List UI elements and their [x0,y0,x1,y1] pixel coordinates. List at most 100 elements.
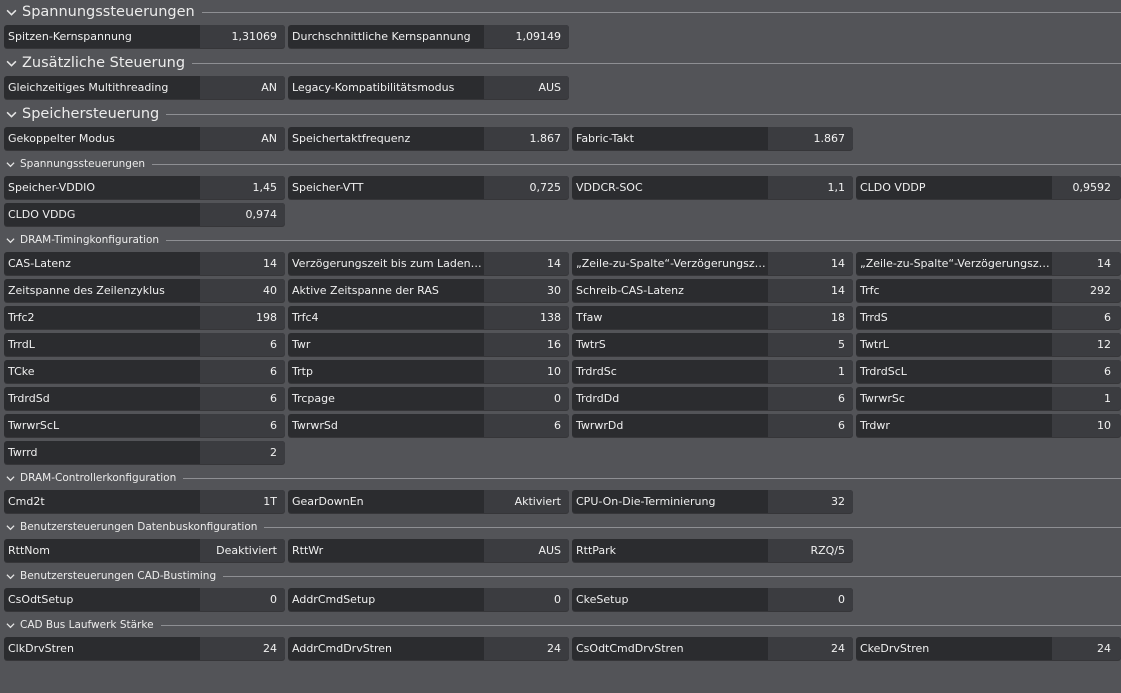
setting-field[interactable]: TwrwrSc 1 [856,387,1121,410]
setting-field[interactable]: Fabric-Takt 1.867 [572,127,853,150]
setting-value[interactable]: Aktiviert [484,490,569,513]
setting-value[interactable]: 24 [768,637,853,660]
setting-value[interactable]: 0,725 [484,176,569,199]
setting-value[interactable]: AN [200,76,285,99]
setting-field[interactable]: Trfc2 198 [4,306,285,329]
setting-value[interactable]: 6 [1052,360,1121,383]
setting-value[interactable]: 14 [200,252,285,275]
setting-field[interactable]: Twr 16 [288,333,569,356]
setting-field[interactable]: AddrCmdSetup 0 [288,588,569,611]
setting-value[interactable]: 1.867 [484,127,569,150]
setting-field[interactable]: Trdwr 10 [856,414,1121,437]
setting-field[interactable]: Trtp 10 [288,360,569,383]
setting-field[interactable]: TwtrS 5 [572,333,853,356]
setting-field[interactable]: Zeitspanne des Zeilenzyklus 40 [4,279,285,302]
setting-field[interactable]: TwrwrSd 6 [288,414,569,437]
setting-field[interactable]: „Zeile-zu-Spalte“-Verzögerungszeit für S… [856,252,1121,275]
chevron-down-icon[interactable] [6,474,15,483]
setting-value[interactable]: 24 [1052,637,1121,660]
setting-value[interactable]: 1,09149 [484,25,569,48]
setting-value[interactable]: 1 [768,360,853,383]
setting-field[interactable]: CAS-Latenz 14 [4,252,285,275]
setting-field[interactable]: TCke 6 [4,360,285,383]
setting-value[interactable]: 0,974 [200,203,285,226]
section-header[interactable]: Spannungssteuerungen [0,153,1121,175]
setting-field[interactable]: CsOdtSetup 0 [4,588,285,611]
setting-value[interactable]: 6 [200,387,285,410]
setting-value[interactable]: 0,9592 [1052,176,1121,199]
setting-field[interactable]: Tfaw 18 [572,306,853,329]
chevron-down-icon[interactable] [6,523,15,532]
setting-field[interactable]: TwtrL 12 [856,333,1121,356]
section-header[interactable]: Zusätzliche Steuerung [0,51,1121,75]
setting-field[interactable]: TwrwrDd 6 [572,414,853,437]
setting-value[interactable]: AUS [484,539,569,562]
section-header[interactable]: DRAM-Controllerkonfiguration [0,467,1121,489]
setting-value[interactable]: 6 [200,414,285,437]
setting-field[interactable]: TrdrdScL 6 [856,360,1121,383]
setting-value[interactable]: AUS [484,76,569,99]
setting-field[interactable]: AddrCmdDrvStren 24 [288,637,569,660]
setting-field[interactable]: RttPark RZQ/5 [572,539,853,562]
setting-field[interactable]: RttWr AUS [288,539,569,562]
setting-field[interactable]: Schreib-CAS-Latenz 14 [572,279,853,302]
setting-field[interactable]: VDDCR-SOC 1,1 [572,176,853,199]
setting-value[interactable]: 6 [768,414,853,437]
setting-value[interactable]: 10 [1052,414,1121,437]
setting-value[interactable]: 40 [200,279,285,302]
setting-value[interactable]: 14 [768,252,853,275]
setting-value[interactable]: 14 [1052,252,1121,275]
setting-value[interactable]: 6 [768,387,853,410]
setting-field[interactable]: GearDownEn Aktiviert [288,490,569,513]
setting-value[interactable]: 1 [1052,387,1121,410]
chevron-down-icon[interactable] [6,7,17,18]
chevron-down-icon[interactable] [6,109,17,120]
setting-value[interactable]: 12 [1052,333,1121,356]
setting-value[interactable]: 1,31069 [200,25,285,48]
setting-field[interactable]: Speicher-VDDIO 1,45 [4,176,285,199]
setting-value[interactable]: 1,1 [768,176,853,199]
setting-value[interactable]: 138 [484,306,569,329]
setting-value[interactable]: 0 [484,387,569,410]
setting-field[interactable]: TrdrdSc 1 [572,360,853,383]
section-header[interactable]: CAD Bus Laufwerk Stärke [0,614,1121,636]
setting-value[interactable]: 6 [1052,306,1121,329]
setting-value[interactable]: 5 [768,333,853,356]
setting-value[interactable]: 10 [484,360,569,383]
setting-field[interactable]: Trcpage 0 [288,387,569,410]
setting-value[interactable]: 24 [200,637,285,660]
setting-field[interactable]: CsOdtCmdDrvStren 24 [572,637,853,660]
setting-field[interactable]: Trfc 292 [856,279,1121,302]
setting-field[interactable]: RttNom Deaktiviert [4,539,285,562]
setting-field[interactable]: Cmd2t 1T [4,490,285,513]
setting-value[interactable]: 1.867 [768,127,853,150]
setting-value[interactable]: 0 [200,588,285,611]
setting-field[interactable]: TrdrdSd 6 [4,387,285,410]
setting-value[interactable]: RZQ/5 [768,539,853,562]
setting-value[interactable]: 6 [484,414,569,437]
section-header[interactable]: Benutzersteuerungen Datenbuskonfiguratio… [0,516,1121,538]
chevron-down-icon[interactable] [6,160,15,169]
setting-field[interactable]: CPU-On-Die-Terminierung 32 [572,490,853,513]
setting-value[interactable]: 32 [768,490,853,513]
setting-value[interactable]: 1,45 [200,176,285,199]
setting-value[interactable]: 1T [200,490,285,513]
setting-field[interactable]: CkeSetup 0 [572,588,853,611]
setting-field[interactable]: TrrdS 6 [856,306,1121,329]
setting-field[interactable]: Gekoppelter Modus AN [4,127,285,150]
setting-value[interactable]: 14 [484,252,569,275]
setting-value[interactable]: 14 [768,279,853,302]
chevron-down-icon[interactable] [6,572,15,581]
setting-value[interactable]: 0 [768,588,853,611]
section-header[interactable]: Benutzersteuerungen CAD-Bustiming [0,565,1121,587]
setting-value[interactable]: 30 [484,279,569,302]
setting-field[interactable]: CLDO VDDG 0,974 [4,203,285,226]
setting-field[interactable]: Spitzen-Kernspannung 1,31069 [4,25,285,48]
setting-field[interactable]: TwrwrScL 6 [4,414,285,437]
setting-value[interactable]: 16 [484,333,569,356]
section-header[interactable]: Spannungssteuerungen [0,0,1121,24]
setting-field[interactable]: ClkDrvStren 24 [4,637,285,660]
setting-value[interactable]: 0 [484,588,569,611]
setting-field[interactable]: Speichertaktfrequenz 1.867 [288,127,569,150]
setting-field[interactable]: Twrrd 2 [4,441,285,464]
